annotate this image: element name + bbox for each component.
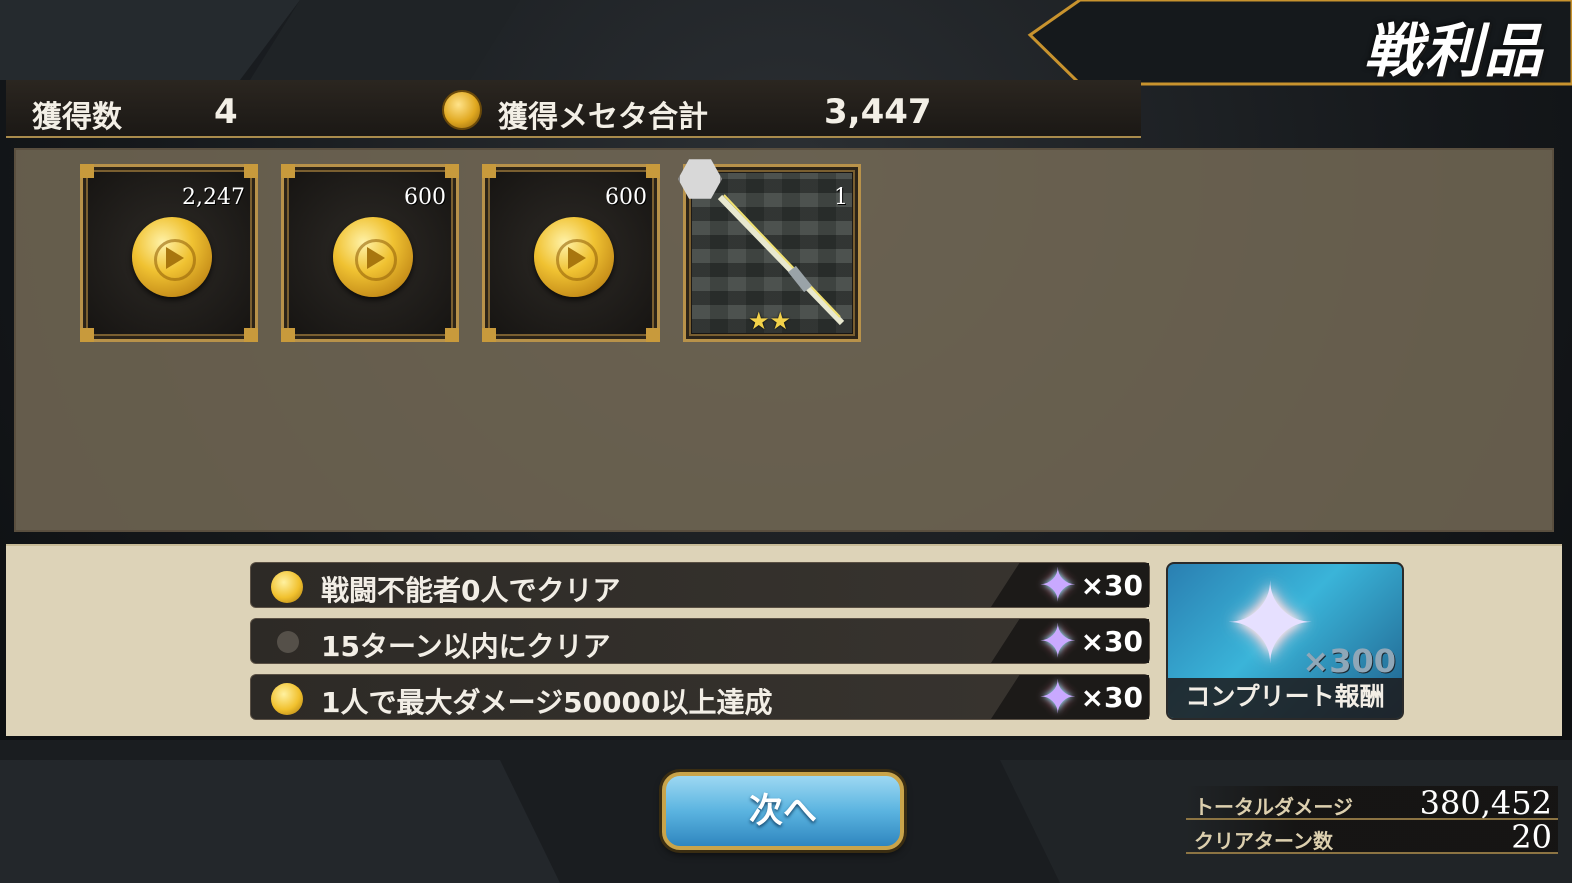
count-label: 獲得数 (32, 100, 122, 135)
mission-panel: 戦闘不能者0人でクリア ✦ ×30 15ターン以内にクリア ✦ ×30 1人で最… (6, 544, 1562, 736)
next-button-label: 次へ (749, 791, 817, 831)
mission-reward: ×30 (1080, 681, 1143, 714)
loot-qty: 600 (605, 185, 647, 210)
clear-turns-row: クリアターン数 20 (1186, 818, 1558, 856)
loot-slot[interactable]: 600 (482, 164, 660, 342)
loot-qty: 2,247 (182, 185, 245, 210)
meseta-coin-icon (442, 90, 482, 130)
gold-coin-icon (333, 217, 413, 297)
mission-achieved-icon (271, 571, 303, 603)
clear-turns-value: 20 (1511, 818, 1552, 856)
mission-row: 15ターン以内にクリア ✦ ×30 (250, 614, 1150, 668)
complete-reward-box[interactable]: ✦ ×300 コンプリート報酬 (1166, 562, 1404, 720)
loot-slot[interactable]: 600 (281, 164, 459, 342)
gold-coin-icon (534, 217, 614, 297)
loot-slot-weapon[interactable]: 1 ★★ (678, 159, 861, 342)
total-damage-label: トータルダメージ (1194, 795, 1353, 819)
loot-qty: 600 (404, 185, 446, 210)
mission-row: 1人で最大ダメージ50000以上達成 ✦ ×30 (250, 670, 1150, 724)
mission-reward: ×30 (1080, 625, 1143, 658)
next-button[interactable]: 次へ (662, 772, 904, 850)
star-gem-icon: ✦ (1038, 670, 1077, 724)
mission-text: 戦闘不能者0人でクリア (321, 574, 621, 607)
complete-reward-multiplier: ×300 (1302, 642, 1396, 680)
mission-reward: ×30 (1080, 569, 1143, 602)
loot-slot[interactable]: 2,247 (80, 164, 258, 342)
summary-bar: 獲得数 4 獲得メセタ合計 3,447 (6, 80, 1141, 138)
mission-unachieved-icon (277, 631, 299, 653)
gold-coin-icon (132, 217, 212, 297)
star-gem-icon: ✦ (1038, 558, 1077, 612)
screen-title: 戦利品 (1363, 17, 1544, 85)
loot-panel: 2,247 600 600 1 ★★ (14, 148, 1554, 532)
mission-achieved-icon (271, 683, 303, 715)
mission-text: 1人で最大ダメージ50000以上達成 (321, 686, 773, 719)
total-damage-value: 380,452 (1419, 784, 1552, 822)
star-gem-icon: ✦ (1038, 614, 1077, 668)
rarity-stars: ★★ (748, 307, 792, 335)
total-damage-row: トータルダメージ 380,452 (1186, 784, 1558, 822)
meseta-total-value: 3,447 (824, 92, 932, 132)
clear-turns-label: クリアターン数 (1194, 829, 1333, 853)
battle-stats: トータルダメージ 380,452 クリアターン数 20 (1186, 784, 1558, 858)
complete-reward-label: コンプリート報酬 (1168, 678, 1402, 718)
meseta-total-label: 獲得メセタ合計 (498, 100, 708, 135)
loot-qty: 1 (834, 185, 848, 210)
count-value: 4 (214, 92, 238, 132)
mission-row: 戦闘不能者0人でクリア ✦ ×30 (250, 558, 1150, 612)
mission-text: 15ターン以内にクリア (321, 630, 611, 663)
